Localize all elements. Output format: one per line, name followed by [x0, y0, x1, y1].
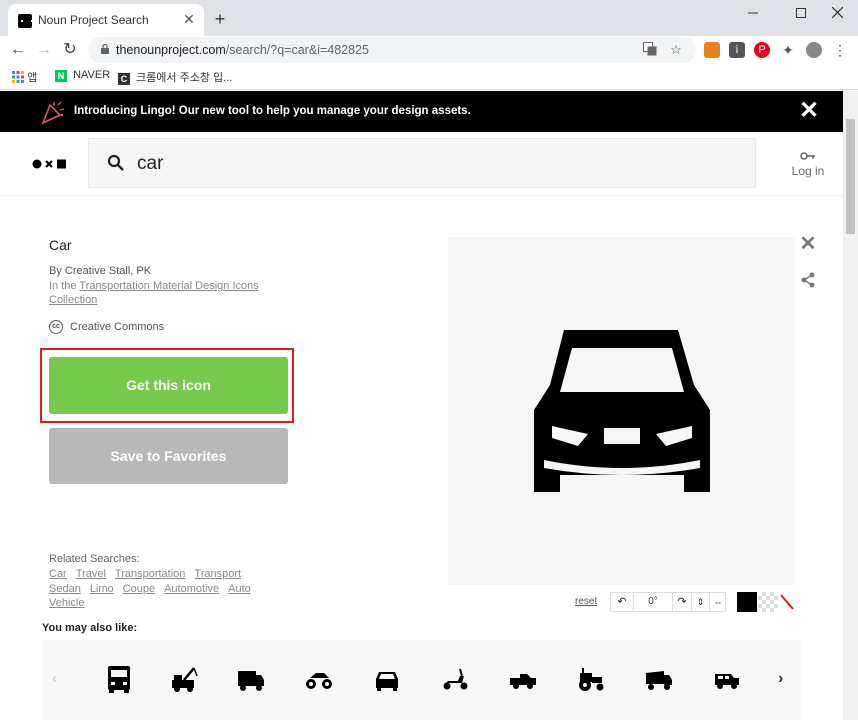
- extension-info-icon[interactable]: i: [729, 42, 745, 58]
- party-popper-icon: [41, 101, 65, 125]
- flip-horizontal-icon[interactable]: ⇔: [709, 593, 726, 611]
- apps-icon: [12, 71, 24, 83]
- get-this-icon-button[interactable]: Get this icon: [49, 357, 288, 414]
- lock-icon: [101, 44, 109, 54]
- search-field[interactable]: car: [88, 138, 756, 188]
- extensions-puzzle-icon[interactable]: ✦: [780, 42, 796, 58]
- announcement-banner: Introducing Lingo! Our new tool to help …: [0, 91, 843, 132]
- related-icons-carousel: ‹ ›: [42, 640, 802, 720]
- related-tag-sedan[interactable]: Sedan: [49, 583, 81, 595]
- bookmark-naver[interactable]: N NAVER: [55, 69, 110, 82]
- flip-vertical-icon[interactable]: ⇕: [691, 593, 709, 611]
- car-icon[interactable]: [372, 664, 402, 694]
- background-transparent-swatch[interactable]: [758, 592, 778, 612]
- also-like-label: You may also like:: [42, 622, 138, 634]
- forward-arrow-icon[interactable]: →: [33, 39, 55, 61]
- banner-close-icon[interactable]: ✕: [798, 99, 820, 123]
- profile-avatar-icon[interactable]: [806, 42, 822, 58]
- key-icon: [800, 152, 815, 160]
- browser-toolbar: ← → ↻ thenounproject.com/search/?q=car&i…: [0, 36, 858, 64]
- scrollbar-thumb[interactable]: [846, 119, 855, 234]
- creative-commons-icon: cc: [49, 320, 63, 334]
- pickup-icon[interactable]: [508, 664, 538, 694]
- save-to-favorites-button[interactable]: Save to Favorites: [49, 428, 288, 484]
- noun-project-favicon-icon: [18, 14, 33, 28]
- site-header: car Log in: [0, 132, 843, 196]
- share-icon[interactable]: [799, 271, 817, 289]
- related-tag-travel[interactable]: Travel: [76, 568, 106, 580]
- maximize-button[interactable]: [786, 2, 816, 24]
- dump-truck-icon[interactable]: [644, 664, 674, 694]
- tow-truck-icon[interactable]: [170, 664, 200, 694]
- close-detail-icon[interactable]: ✕: [799, 234, 817, 254]
- bookmark-chrome-address[interactable]: C 크롬에서 주소창 입...: [118, 69, 232, 85]
- minimize-button[interactable]: [738, 2, 768, 24]
- jeep-icon[interactable]: [712, 664, 742, 694]
- back-arrow-icon[interactable]: ←: [7, 39, 29, 61]
- atv-icon[interactable]: [304, 664, 334, 694]
- page-scrollbar[interactable]: [843, 91, 858, 720]
- related-tag-automotive[interactable]: Automotive: [164, 583, 219, 595]
- browser-tabstrip: Noun Project Search ✕ +: [0, 0, 858, 36]
- login-button[interactable]: Log in: [786, 150, 830, 178]
- new-tab-button[interactable]: +: [210, 9, 230, 29]
- car-icon: [534, 330, 710, 492]
- carousel-next-icon[interactable]: ›: [778, 670, 783, 688]
- related-tag-transportation[interactable]: Transportation: [115, 568, 186, 580]
- rotate-right-icon[interactable]: ↷: [673, 593, 691, 611]
- icon-author[interactable]: By Creative Stall, PK: [49, 265, 151, 277]
- rotate-left-icon[interactable]: ↶: [611, 593, 633, 611]
- tab-title: Noun Project Search: [38, 13, 149, 27]
- reset-link[interactable]: reset: [575, 596, 597, 607]
- tab-close-icon[interactable]: ✕: [180, 10, 198, 28]
- search-input-value[interactable]: car: [137, 153, 163, 175]
- related-tag-limo[interactable]: Limo: [90, 583, 114, 595]
- icon-title: Car: [49, 237, 72, 253]
- metamask-extension-icon[interactable]: [704, 42, 720, 58]
- noun-project-logo-icon: [32, 159, 66, 169]
- close-window-button[interactable]: [822, 2, 852, 24]
- carousel-prev-icon[interactable]: ‹: [52, 670, 57, 688]
- login-label: Log in: [791, 164, 825, 178]
- color-swatch-black[interactable]: [737, 592, 757, 612]
- no-color-swatch[interactable]: [778, 592, 796, 612]
- related-tag-transport[interactable]: Transport: [194, 568, 241, 580]
- scooter-icon[interactable]: [440, 664, 470, 694]
- related-searches-list: Car Travel Transportation Transport Sedan Li…: [49, 567, 279, 611]
- bookmark-star-icon[interactable]: ☆: [668, 42, 684, 58]
- browser-tab[interactable]: Noun Project Search ✕: [8, 4, 204, 36]
- browser-menu-icon[interactable]: ⋮: [832, 42, 848, 58]
- noun-project-logo[interactable]: [32, 158, 68, 173]
- related-tag-coupe[interactable]: Coupe: [123, 583, 155, 595]
- bookmark-apps[interactable]: 앱: [12, 69, 37, 85]
- pinterest-extension-icon[interactable]: P: [754, 42, 770, 58]
- address-bar[interactable]: thenounproject.com/search/?q=car&i=48282…: [88, 37, 696, 63]
- transform-controls: ↶ 0° ↷ ⇕ ⇔: [610, 592, 726, 612]
- reload-icon[interactable]: ↻: [59, 39, 81, 61]
- naver-icon: N: [55, 70, 67, 82]
- related-tag-car[interactable]: Car: [49, 568, 67, 580]
- related-tag-auto[interactable]: Auto: [228, 583, 251, 595]
- chrome-web-icon: C: [118, 73, 130, 85]
- icon-preview: [448, 237, 795, 585]
- license-label: Creative Commons: [70, 321, 165, 333]
- collection-info: In the Transportation Material Design Ic…: [49, 280, 259, 306]
- related-tag-vehicle[interactable]: Vehicle: [49, 597, 84, 609]
- tractor-icon[interactable]: [576, 664, 606, 694]
- related-searches-label: Related Searches:: [49, 553, 140, 565]
- truck-icon[interactable]: [236, 664, 266, 694]
- collection-link[interactable]: Transportation Material Design Icons Col…: [49, 280, 259, 306]
- rotation-value[interactable]: 0°: [633, 593, 673, 611]
- bookmarks-bar: 앱 N NAVER C 크롬에서 주소창 입...: [0, 64, 858, 90]
- search-icon: [107, 154, 124, 171]
- url-text: thenounproject.com/search/?q=car&i=48282…: [116, 43, 369, 57]
- banner-text: Introducing Lingo! Our new tool to help …: [74, 105, 471, 117]
- translate-icon[interactable]: [642, 42, 658, 58]
- bus-icon[interactable]: [104, 664, 134, 694]
